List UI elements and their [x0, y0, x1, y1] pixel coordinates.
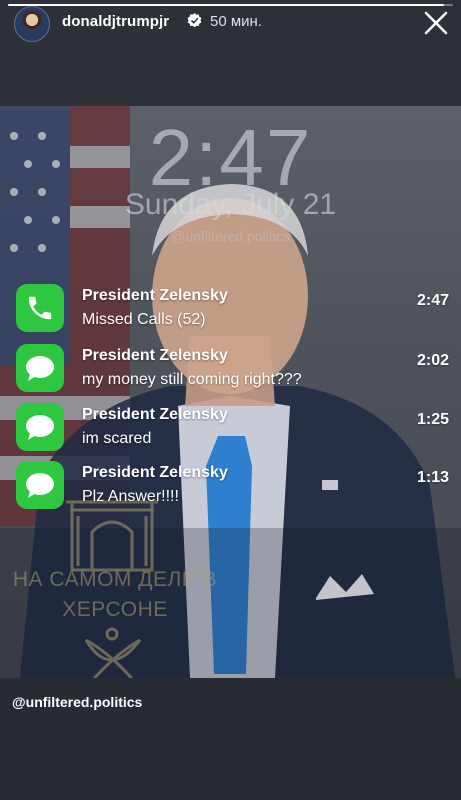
messages-icon	[16, 403, 64, 451]
avatar[interactable]	[14, 6, 50, 42]
notification-time: 2:02	[416, 352, 449, 369]
story-header: donaldjtrumpjr 50 мин.	[0, 0, 461, 48]
notification-time: 1:13	[416, 469, 449, 486]
notification-sender: President Zelensky	[82, 347, 228, 364]
notification-time: 1:25	[416, 411, 449, 428]
notification-message: my money still coming right???	[82, 371, 302, 388]
notification-sender: President Zelensky	[82, 287, 228, 304]
notification-message-1: President Zelensky my money still coming…	[16, 344, 453, 396]
notification-missed-calls: President Zelensky Missed Calls (52) 2:4…	[16, 284, 453, 336]
watermark-line-1: НА САМОМ ДЕЛЕ В	[12, 568, 218, 591]
story-image: 2:47 Sunday, July 21 @unfiltered.politic…	[0, 106, 461, 678]
notification-time: 2:47	[416, 292, 449, 309]
verified-badge-icon	[187, 13, 202, 28]
notification-sender: President Zelensky	[82, 406, 228, 423]
notification-message-2: President Zelensky im scared 1:25	[16, 403, 453, 455]
notification-message: Missed Calls (52)	[82, 311, 206, 328]
phone-icon	[16, 284, 64, 332]
watermark-line-2: ХЕРСОНЕ	[62, 598, 168, 621]
messages-icon	[16, 344, 64, 392]
username[interactable]: donaldjtrumpjr	[62, 13, 169, 30]
close-icon[interactable]	[421, 8, 451, 38]
lockscreen-watermark-handle: @unfiltered.politics	[171, 228, 290, 244]
notification-message-3: President Zelensky Plz Answer!!!! 1:13	[16, 461, 453, 513]
messages-icon	[16, 461, 64, 509]
story-viewer[interactable]: donaldjtrumpjr 50 мин. 2:47 Sunday, July…	[0, 0, 461, 800]
credit-mention[interactable]: @unfiltered.politics	[12, 694, 142, 710]
notification-message: Plz Answer!!!!	[82, 488, 179, 505]
post-time: 50 мин.	[210, 13, 262, 30]
notification-message: im scared	[82, 430, 152, 447]
notification-sender: President Zelensky	[82, 464, 228, 481]
lockscreen-date: Sunday, July 21	[124, 188, 337, 221]
